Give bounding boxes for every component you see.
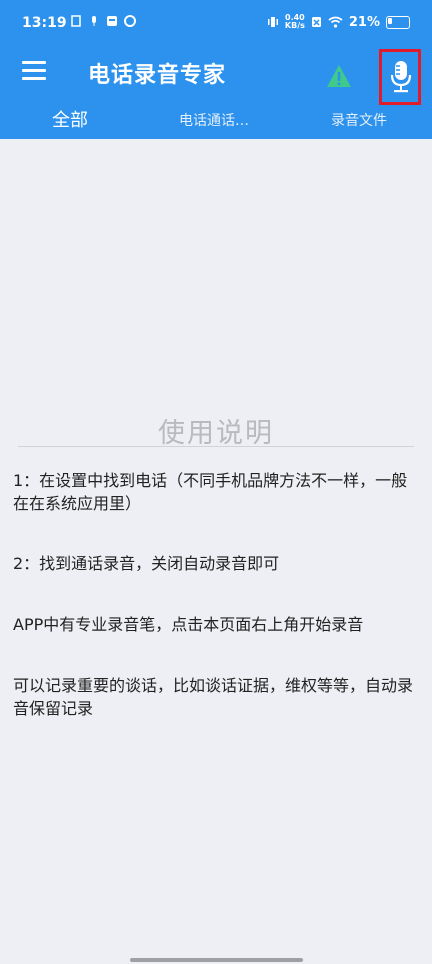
home-indicator[interactable] <box>130 958 303 962</box>
status-time: 13:19 <box>22 15 67 31</box>
record-button[interactable] <box>379 49 421 105</box>
app-header: 13:19 0.40 KB/s 21% 电话录音专家 全部 电话通话… 录音文件 <box>0 0 432 139</box>
tab-recording-files[interactable]: 录音文件 <box>331 110 387 130</box>
sync-icon <box>124 15 136 27</box>
mic-notification-icon <box>92 16 96 26</box>
instruction-step-2: 2：找到通话录音，关闭自动录音即可 <box>13 554 280 573</box>
divider <box>18 446 414 447</box>
page-title: 电话录音专家 <box>88 63 227 88</box>
warning-triangle-icon[interactable] <box>326 64 352 88</box>
instruction-recorder-note: APP中有专业录音笔，点击本页面右上角开始录音 <box>13 615 364 634</box>
tab-all[interactable]: 全部 <box>52 106 88 132</box>
sim-icon <box>71 15 81 27</box>
toolbar: 电话录音专家 <box>0 49 432 105</box>
wifi-icon <box>328 16 343 28</box>
instructions-title: 使用说明 <box>158 418 274 449</box>
battery-percent: 21% <box>348 14 380 30</box>
data-saver-icon <box>311 17 321 27</box>
app-notification-icon <box>107 16 117 26</box>
network-speed: 0.40 KB/s <box>284 13 305 30</box>
tab-bar: 全部 电话通话… 录音文件 <box>0 100 432 139</box>
microphone-icon <box>390 61 412 93</box>
instruction-step-1: 1：在设置中找到电话（不同手机品牌方法不一样，一般在在系统应用里） <box>13 471 408 513</box>
status-right: 0.40 KB/s 21% <box>267 14 410 30</box>
tab-phone-calls[interactable]: 电话通话… <box>179 110 249 130</box>
status-bar: 13:19 0.40 KB/s 21% <box>0 0 432 50</box>
hamburger-menu-icon[interactable] <box>22 61 46 81</box>
status-notification-icons <box>70 15 136 27</box>
vibrate-icon <box>267 17 278 27</box>
battery-icon <box>386 15 410 29</box>
instruction-usage-note: 可以记录重要的谈话，比如谈话证据，维权等等，自动录音保留记录 <box>13 676 414 718</box>
